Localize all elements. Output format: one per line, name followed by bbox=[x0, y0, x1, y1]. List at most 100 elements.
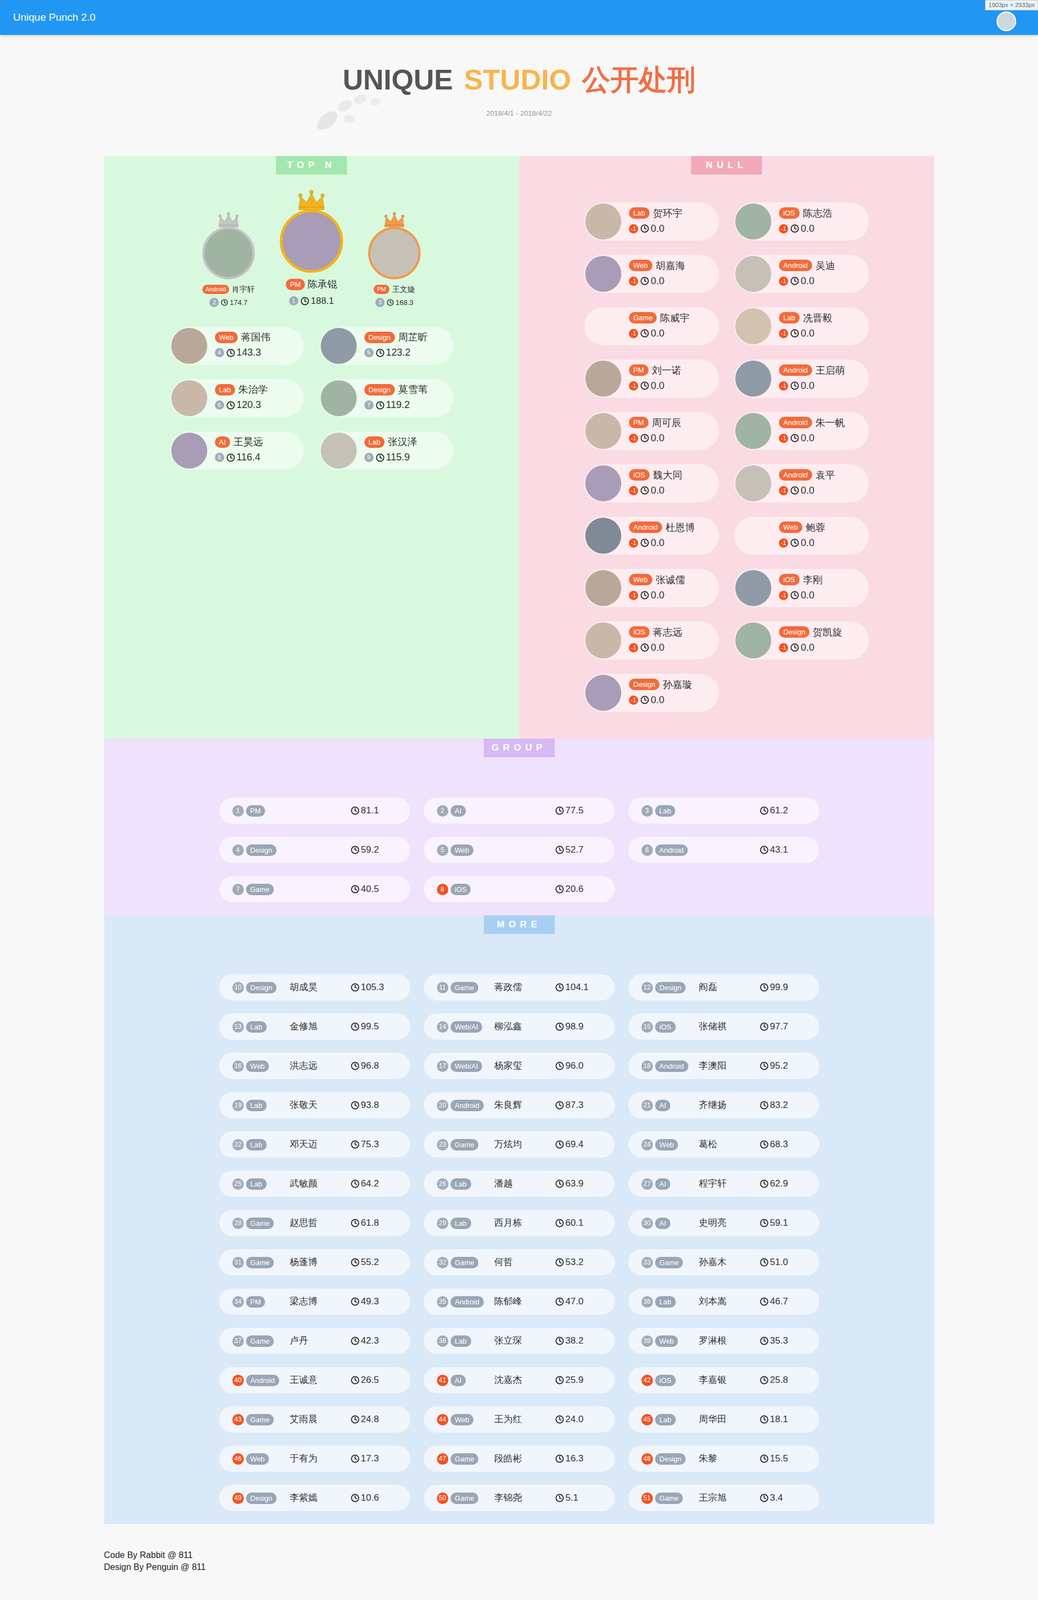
ranking-row[interactable]: 21AI齐继扬83.2 bbox=[628, 1092, 820, 1119]
ranking-row[interactable]: 32Game何哲53.2 bbox=[423, 1249, 615, 1276]
ranking-row[interactable]: 23Game万炫均69.4 bbox=[423, 1131, 615, 1158]
member-card[interactable]: Android袁平-10.0 bbox=[734, 464, 869, 503]
ranking-row[interactable]: 13Lab金修旭99.5 bbox=[219, 1013, 411, 1040]
ranking-row[interactable]: 50Game李锦尧5.1 bbox=[423, 1484, 615, 1511]
clock-icon bbox=[350, 1218, 360, 1228]
ranking-row[interactable]: 19Lab张敬天93.8 bbox=[219, 1092, 411, 1119]
ranking-row[interactable]: 16Web洪志远96.8 bbox=[219, 1052, 411, 1079]
ranking-row[interactable]: 42iOS李嘉银25.8 bbox=[628, 1366, 820, 1394]
clock-icon bbox=[350, 1297, 360, 1306]
rank-badge: 26 bbox=[436, 1178, 449, 1190]
member-card[interactable]: Lab朱治学6120.3 bbox=[170, 379, 304, 418]
member-name: 王启萌 bbox=[815, 364, 845, 377]
group-row[interactable]: 8iOS20.6 bbox=[423, 876, 615, 903]
ranking-row[interactable]: 49Design李紫嫣10.6 bbox=[219, 1484, 411, 1511]
hours: 64.2 bbox=[350, 1176, 404, 1191]
group-tag: Web/AI bbox=[450, 1060, 483, 1072]
avatar bbox=[320, 327, 357, 364]
member-card[interactable]: Android杜恩博-10.0 bbox=[584, 516, 719, 555]
podium-item[interactable]: Android肖宇轩2174.7 bbox=[190, 211, 267, 309]
group-row[interactable]: 6Android43.1 bbox=[628, 836, 820, 863]
ranking-row[interactable]: 34PM梁志博49.3 bbox=[219, 1288, 411, 1315]
member-card[interactable]: Android朱一帆-10.0 bbox=[734, 411, 869, 450]
ranking-row[interactable]: 14Web/AI柳泓鑫98.9 bbox=[423, 1013, 615, 1040]
group-row[interactable]: 1PM81.1 bbox=[219, 797, 411, 824]
ranking-row[interactable]: 25Lab武敏颜64.2 bbox=[219, 1170, 411, 1197]
member-card[interactable]: Web蒋国伟4143.3 bbox=[170, 326, 304, 365]
podium-item[interactable]: PM王文婕3168.3 bbox=[356, 211, 433, 309]
member-card[interactable]: Web张诚儒-10.0 bbox=[584, 568, 719, 608]
ranking-row[interactable]: 43Game艾雨晨24.8 bbox=[219, 1406, 411, 1433]
ranking-row[interactable]: 47Game段皓彬16.3 bbox=[423, 1445, 615, 1472]
group-row[interactable]: 3Lab61.2 bbox=[628, 797, 820, 824]
group-row[interactable]: 2AI77.5 bbox=[423, 797, 615, 824]
ranking-row[interactable]: 48Design朱黎15.5 bbox=[628, 1445, 820, 1472]
rank-badge: 13 bbox=[232, 1021, 244, 1033]
group-row[interactable]: 4Design59.2 bbox=[219, 836, 411, 863]
ranking-row[interactable]: 22Lab邓天迈75.3 bbox=[219, 1131, 411, 1158]
member-card[interactable]: PM周可辰-10.0 bbox=[584, 411, 719, 450]
member-card[interactable]: iOS蒋志远-10.0 bbox=[584, 621, 719, 660]
member-name: 陈郁峰 bbox=[494, 1294, 556, 1309]
member-name: 罗淋根 bbox=[698, 1333, 760, 1348]
ranking-row[interactable]: 24Web葛松68.3 bbox=[628, 1131, 820, 1158]
clock-icon bbox=[790, 486, 800, 495]
ranking-row[interactable]: 39Web罗淋根35.3 bbox=[628, 1327, 820, 1354]
member-card[interactable]: Web胡嘉海-10.0 bbox=[584, 254, 719, 293]
ranking-row[interactable]: 40Android王诚意26.5 bbox=[219, 1366, 411, 1394]
ranking-row[interactable]: 33Game孙嘉木51.0 bbox=[628, 1249, 820, 1276]
member-card[interactable]: Android王启萌-10.0 bbox=[734, 359, 869, 398]
group-row[interactable]: 5Web52.7 bbox=[423, 836, 615, 863]
member-card[interactable]: iOS陈志浩-10.0 bbox=[734, 202, 869, 241]
member-card[interactable]: Design莫雪苇7119.2 bbox=[319, 379, 454, 418]
ranking-row[interactable]: 12Design阎磊99.9 bbox=[628, 974, 820, 1001]
ranking-row[interactable]: 10Design胡成昊105.3 bbox=[219, 974, 411, 1001]
user-avatar[interactable] bbox=[996, 11, 1017, 32]
ranking-row[interactable]: 46Web于有为17.3 bbox=[219, 1445, 411, 1472]
podium-item[interactable]: PM陈承锟1188.1 bbox=[273, 188, 350, 309]
member-card[interactable]: Lab冼晋毅-10.0 bbox=[734, 307, 869, 346]
member-card[interactable]: Lab贺环宇-10.0 bbox=[584, 202, 719, 241]
ranking-row[interactable]: 36Lab刘本嵩46.7 bbox=[628, 1288, 820, 1315]
member-name: 周芷昕 bbox=[398, 331, 428, 344]
ranking-row[interactable]: 17Web/AI杨家玺96.0 bbox=[423, 1052, 615, 1079]
group-tag: Web bbox=[246, 1453, 270, 1465]
clock-icon bbox=[350, 1257, 360, 1267]
member-card[interactable]: iOS李刚-10.0 bbox=[734, 568, 869, 608]
member-card[interactable]: Android吴迪-10.0 bbox=[734, 254, 869, 293]
ranking-row[interactable]: 11Game蒋政儒104.1 bbox=[423, 974, 615, 1001]
group-row[interactable]: 7Game40.5 bbox=[219, 876, 411, 903]
clock-icon bbox=[759, 1297, 769, 1306]
member-card[interactable]: iOS魏大同-10.0 bbox=[584, 464, 719, 503]
ranking-row[interactable]: 28Game赵思哲61.8 bbox=[219, 1209, 411, 1236]
ranking-row[interactable]: 18Android李澳阳95.2 bbox=[628, 1052, 820, 1079]
member-card[interactable]: PM刘一诺-10.0 bbox=[584, 359, 719, 398]
ranking-row[interactable]: 37Game卢丹42.3 bbox=[219, 1327, 411, 1354]
member-card[interactable]: Design贺凯旋-10.0 bbox=[734, 621, 869, 660]
group-tag: AI bbox=[450, 805, 466, 817]
rank-badge: 38 bbox=[436, 1335, 449, 1347]
ranking-row[interactable]: 45Lab周华田18.1 bbox=[628, 1406, 820, 1433]
member-card[interactable]: Web鲍蓉-10.0 bbox=[734, 516, 869, 555]
ranking-row[interactable]: 15iOS张储祺97.7 bbox=[628, 1013, 820, 1040]
ranking-row[interactable]: 51Game王宗旭3.4 bbox=[628, 1484, 820, 1511]
member-card[interactable]: Lab张汉泽9115.9 bbox=[319, 431, 454, 470]
ranking-row[interactable]: 26Lab潘越63.9 bbox=[423, 1170, 615, 1197]
ranking-row[interactable]: 27AI程宇轩62.9 bbox=[628, 1170, 820, 1197]
rank-badge: 6 bbox=[641, 844, 653, 856]
member-card[interactable]: Game陈威宇-10.0 bbox=[584, 307, 719, 346]
ranking-row[interactable]: 41AI沈嘉杰25.9 bbox=[423, 1366, 615, 1394]
member-card[interactable]: Design周芷昕5123.2 bbox=[319, 326, 454, 365]
ranking-row[interactable]: 31Game杨蓬博55.2 bbox=[219, 1249, 411, 1276]
member-name: 朱良辉 bbox=[494, 1098, 556, 1113]
ranking-row[interactable]: 20Android朱良辉87.3 bbox=[423, 1092, 615, 1119]
ranking-row[interactable]: 44Web王为红24.0 bbox=[423, 1406, 615, 1433]
ranking-row[interactable]: 30AI史明亮59.1 bbox=[628, 1209, 820, 1236]
member-card[interactable]: AI王昊远8116.4 bbox=[170, 431, 304, 470]
member-card[interactable]: Design孙嘉璇-10.0 bbox=[584, 673, 719, 712]
ranking-row[interactable]: 38Lab张立琛38.2 bbox=[423, 1327, 615, 1354]
ranking-row[interactable]: 29Lab西月栋60.1 bbox=[423, 1209, 615, 1236]
ranking-row[interactable]: 35Android陈郁峰47.0 bbox=[423, 1288, 615, 1315]
group-tag: PM bbox=[628, 364, 649, 376]
member-name: 朱一帆 bbox=[815, 416, 845, 429]
